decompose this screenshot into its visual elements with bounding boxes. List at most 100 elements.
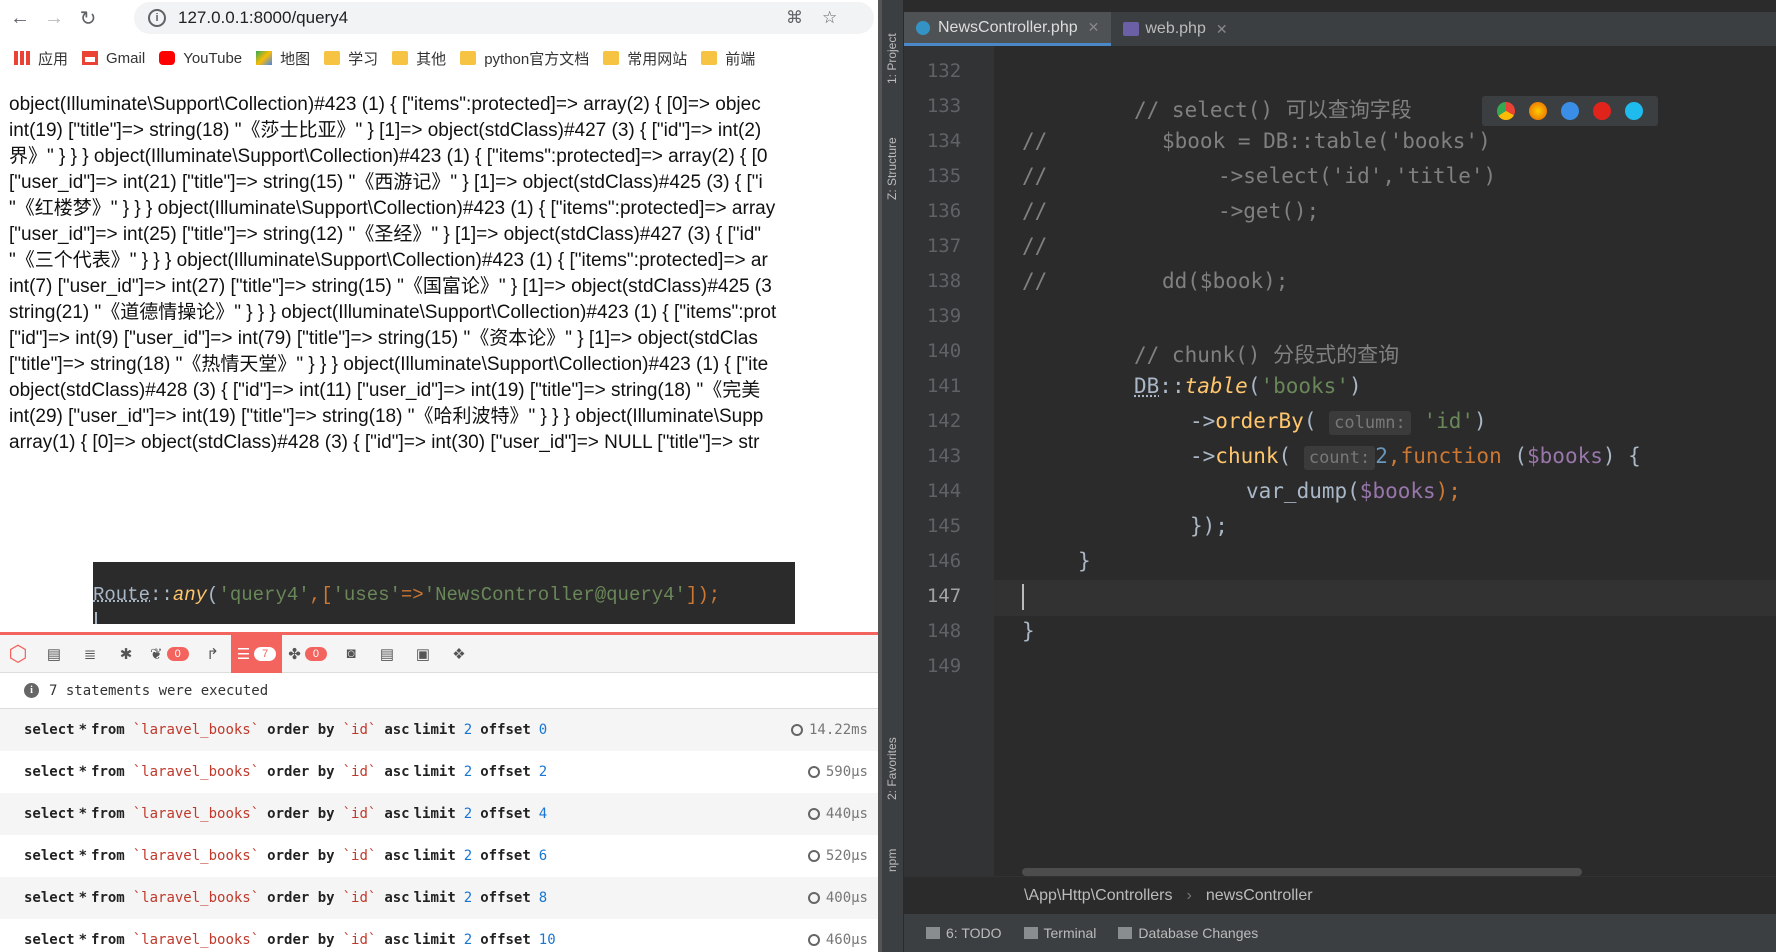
breadcrumb-namespace[interactable]: \App\Http\Controllers [1024,887,1173,905]
table-row[interactable]: select * from `laravel_books` order by `id` as… [0,877,882,919]
dump-line: 界》" } } } object(Illuminate\Support\Coll… [9,146,768,167]
browser-toolbar: ← → ↻ i 127.0.0.1:8000/query4 ⌘ ☆ [0,0,882,36]
sql-number: 2 [463,764,473,780]
sql-column: `id` [342,932,377,948]
safari-icon[interactable] [1561,102,1579,120]
apps-grid-icon [14,51,30,65]
npm-tool-label[interactable]: npm [885,849,899,872]
sql-keyword: limit [413,722,456,738]
code-comment-marker: // [1022,234,1048,258]
table-row[interactable]: select * from `laravel_books` order by `id` as… [0,751,882,793]
code-token: 2 [1375,444,1388,468]
folder-icon [460,51,477,65]
bookmark-apps[interactable]: 应用 [14,48,68,69]
tab-exceptions-icon[interactable]: ✱ [108,635,144,673]
forward-icon[interactable]: → [40,4,68,32]
sql-keyword: from [91,764,125,780]
opera-icon[interactable] [1593,102,1611,120]
bookmark-folder-common[interactable]: 常用网站 [603,48,687,69]
close-icon[interactable]: ✕ [1216,21,1228,38]
bookmark-folder-python[interactable]: python官方文档 [460,48,589,69]
sql-keyword: asc [384,932,410,948]
bookmark-youtube[interactable]: YouTube [159,50,242,67]
code-line-143: ->chunk( count: 2,function ($books) { [1190,444,1641,470]
breadcrumb-class[interactable]: newsController [1206,887,1313,905]
favorites-tool-label[interactable]: 2: Favorites [885,737,899,800]
tab-route-icon[interactable]: ↱ [195,635,231,673]
ide-window: 1: Project Z: Structure 2: Favorites npm… [882,0,1776,952]
line-number: 139 [926,305,962,327]
tab-queries[interactable]: ☰ 7 [230,634,283,673]
firefox-icon[interactable] [1529,102,1547,120]
php-file-icon [1123,22,1140,36]
database-changes-tool-button[interactable]: Database Changes [1118,925,1258,941]
bookmark-folder-other[interactable]: 其他 [392,48,446,69]
table-row[interactable]: select * from `laravel_books` order by `id` as… [0,835,882,877]
line-number: 141 [926,375,962,397]
tab-request-icon[interactable]: ❖ [441,635,477,673]
queries-count-badge: 7 [254,646,277,661]
text-cursor [1022,584,1024,610]
sql-keyword: select [24,722,75,738]
table-row[interactable]: select * from `laravel_books` order by `id` as… [0,919,882,952]
browser-window: ← → ↻ i 127.0.0.1:8000/query4 ⌘ ☆ 应用 Gma… [0,0,882,952]
site-info-icon[interactable]: i [148,9,166,27]
table-row[interactable]: select * from `laravel_books` order by `id` as… [0,709,882,751]
sql-keyword: order by [267,806,335,822]
reload-icon[interactable]: ↻ [74,4,102,32]
table-row[interactable]: select * from `laravel_books` order by `id` as… [0,793,882,835]
bookmark-folder-study[interactable]: 学习 [324,48,378,69]
project-tool-label[interactable]: 1: Project [885,33,899,84]
structure-tool-label[interactable]: Z: Structure [885,137,899,200]
ie-icon[interactable] [1625,102,1643,120]
tab-mail-icon[interactable]: ◙ [333,635,369,673]
tool-window-bar: 6: TODO Terminal Database Changes [904,914,1776,952]
sql-table: `laravel_books` [132,848,260,864]
bookmark-star-icon[interactable]: ☆ [822,8,837,28]
tab-timeline-icon[interactable]: ≣ [72,635,108,673]
tab-web-php[interactable]: web.php ✕ [1111,12,1239,46]
terminal-tool-button[interactable]: Terminal [1023,925,1096,941]
bookmark-folder-frontend[interactable]: 前端 [701,48,755,69]
bookmark-gmail[interactable]: Gmail [82,50,145,67]
laravel-logo-icon[interactable]: ⬡ [0,635,36,673]
address-bar[interactable]: i 127.0.0.1:8000/query4 ⌘ ☆ [134,2,874,34]
code-token: ) { [1602,444,1641,468]
tab-session-icon[interactable]: ▣ [405,635,441,673]
tab-views[interactable]: ❦ 0 [144,635,195,673]
translate-icon[interactable]: ⌘ [786,8,803,28]
line-number: 149 [926,655,962,677]
code-comment-marker: // [1022,129,1048,153]
sql-keyword: asc [384,890,410,906]
editor-tabs: NewsController.php ✕ web.php ✕ [904,12,1776,46]
tab-gate-icon[interactable]: ▤ [369,635,405,673]
bookmark-label: 地图 [280,50,311,68]
chrome-icon[interactable] [1497,102,1515,120]
tab-models[interactable]: ✤ 0 [282,635,333,673]
sql-keyword: limit [413,848,456,864]
text-cursor [95,612,97,624]
code-comment-marker: // [1022,164,1048,188]
sql-number: 2 [538,764,548,780]
route-method: any [172,584,208,606]
dump-line: ["id"]=> int(9) ["user_id"]=> int(79) ["… [9,328,758,349]
horizontal-scrollbar[interactable] [1022,868,1582,876]
bookmark-maps[interactable]: 地图 [256,48,310,69]
statements-list: select * from `laravel_books` order by `id` as… [0,709,882,952]
sql-keyword: limit [413,932,456,948]
tab-newscontroller[interactable]: NewsController.php ✕ [904,12,1112,46]
line-number: 137 [926,235,962,257]
todo-tool-button[interactable]: 6: TODO [926,925,1002,941]
sql-star: * [78,806,88,822]
code-token: $books [1359,479,1436,503]
sql-keyword: from [91,806,125,822]
tab-messages-icon[interactable]: ▤ [36,635,72,673]
code-line-141: DB::table('books') [1134,374,1362,398]
close-icon[interactable]: ✕ [1088,19,1100,36]
todo-icon [926,927,940,939]
sql-star: * [78,932,88,948]
terminal-icon [1023,927,1038,939]
bookmark-label: 前端 [725,50,756,68]
back-icon[interactable]: ← [6,4,34,32]
tab-label: NewsController.php [938,18,1078,36]
